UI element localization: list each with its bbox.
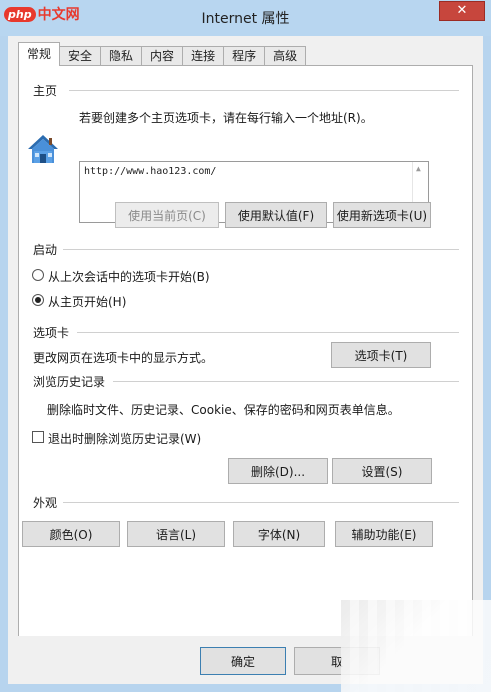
- history-divider: [113, 381, 459, 382]
- delete-on-exit-checkbox[interactable]: [32, 431, 44, 443]
- use-current-button[interactable]: 使用当前页(C): [115, 202, 219, 228]
- tab-programs[interactable]: 程序: [223, 46, 266, 66]
- startup-divider: [63, 249, 459, 250]
- radio-homepage[interactable]: [32, 294, 44, 306]
- ok-button[interactable]: 确定: [200, 647, 286, 675]
- homepage-section-label: 主页: [33, 84, 58, 98]
- close-icon: ✕: [456, 3, 468, 18]
- tabs-description: 更改网页在选项卡中的显示方式。: [33, 351, 214, 365]
- settings-button[interactable]: 设置(S): [332, 458, 432, 484]
- home-icon: [28, 135, 58, 163]
- tab-security[interactable]: 安全: [59, 46, 102, 66]
- tabs-section-label: 选项卡: [33, 326, 70, 340]
- close-button[interactable]: ✕: [439, 1, 485, 21]
- scroll-up-icon[interactable]: ▲: [416, 164, 421, 173]
- general-panel: 主页 若要创建多个主页选项卡，请在每行输入一个地址(R)。 http://www…: [18, 65, 473, 660]
- tab-strip: 常规 安全 隐私 内容 连接 程序 高级: [18, 42, 307, 66]
- tab-general[interactable]: 常规: [18, 42, 61, 66]
- tabs-button[interactable]: 选项卡(T): [331, 342, 431, 368]
- pixelated-corner-overlay: [341, 600, 491, 692]
- dialog-window: 常规 安全 隐私 内容 连接 程序 高级 主页 若要创建多个主页选项卡，请在每行…: [8, 36, 483, 684]
- languages-button[interactable]: 语言(L): [127, 521, 225, 547]
- homepage-url-value: http://www.hao123.com/: [84, 166, 217, 177]
- appearance-section-label: 外观: [33, 496, 58, 510]
- accessibility-button[interactable]: 辅助功能(E): [335, 521, 433, 547]
- history-description: 删除临时文件、历史记录、Cookie、保存的密码和网页表单信息。: [47, 403, 400, 417]
- homepage-instruction: 若要创建多个主页选项卡，请在每行输入一个地址(R)。: [79, 111, 373, 125]
- radio-last-session-label: 从上次会话中的选项卡开始(B): [48, 270, 210, 284]
- appearance-divider: [63, 502, 459, 503]
- startup-section-label: 启动: [33, 243, 58, 257]
- use-default-button[interactable]: 使用默认值(F): [225, 202, 327, 228]
- radio-homepage-label: 从主页开始(H): [48, 295, 127, 309]
- colors-button[interactable]: 颜色(O): [22, 521, 120, 547]
- homepage-divider: [69, 90, 459, 91]
- title-bar: php 中文网 Internet 属性 ✕: [0, 0, 491, 36]
- tab-privacy[interactable]: 隐私: [100, 46, 143, 66]
- delete-on-exit-label: 退出时删除浏览历史记录(W): [48, 432, 202, 446]
- use-new-tab-button[interactable]: 使用新选项卡(U): [333, 202, 431, 228]
- history-section-label: 浏览历史记录: [33, 375, 106, 389]
- tab-content[interactable]: 内容: [141, 46, 184, 66]
- tab-connections[interactable]: 连接: [182, 46, 225, 66]
- radio-last-session[interactable]: [32, 269, 44, 281]
- tab-advanced[interactable]: 高级: [264, 46, 307, 66]
- window-title: Internet 属性: [201, 11, 290, 27]
- fonts-button[interactable]: 字体(N): [233, 521, 325, 547]
- tabs-divider: [77, 332, 459, 333]
- delete-button[interactable]: 删除(D)...: [228, 458, 328, 484]
